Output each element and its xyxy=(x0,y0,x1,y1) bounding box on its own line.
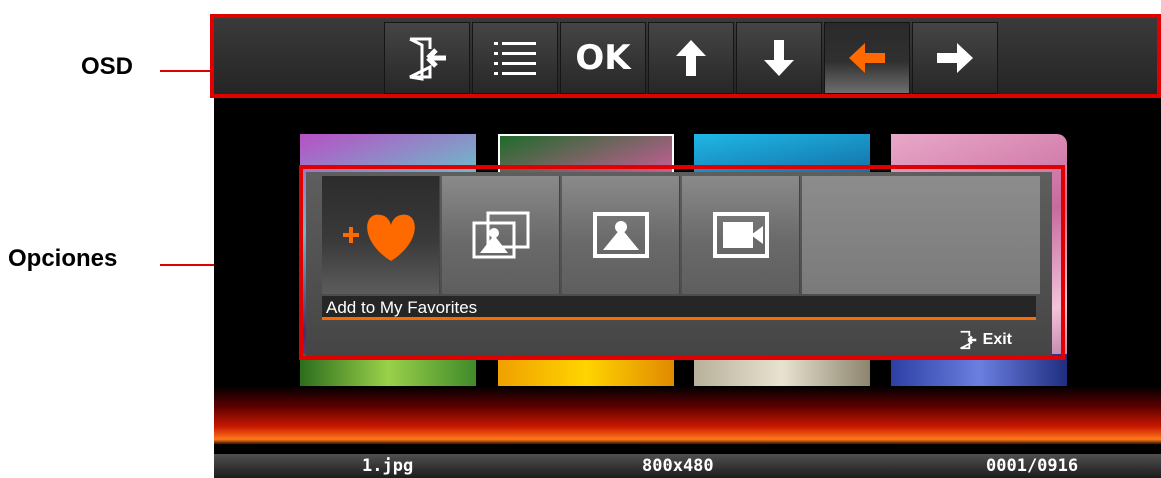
options-annotation-label: Opciones xyxy=(8,245,118,272)
osd-annotation-label: OSD xyxy=(81,53,134,80)
osd-annotation-line xyxy=(160,70,214,72)
osd-highlight-box xyxy=(210,14,1161,98)
status-resolution: 800x480 xyxy=(642,456,714,476)
status-bar: 1.jpg 800x480 0001/0916 xyxy=(214,454,1161,478)
options-highlight-box xyxy=(299,165,1065,360)
bottom-glow xyxy=(214,386,1161,444)
status-filename: 1.jpg xyxy=(362,456,414,476)
status-counter: 0001/0916 xyxy=(986,456,1079,476)
